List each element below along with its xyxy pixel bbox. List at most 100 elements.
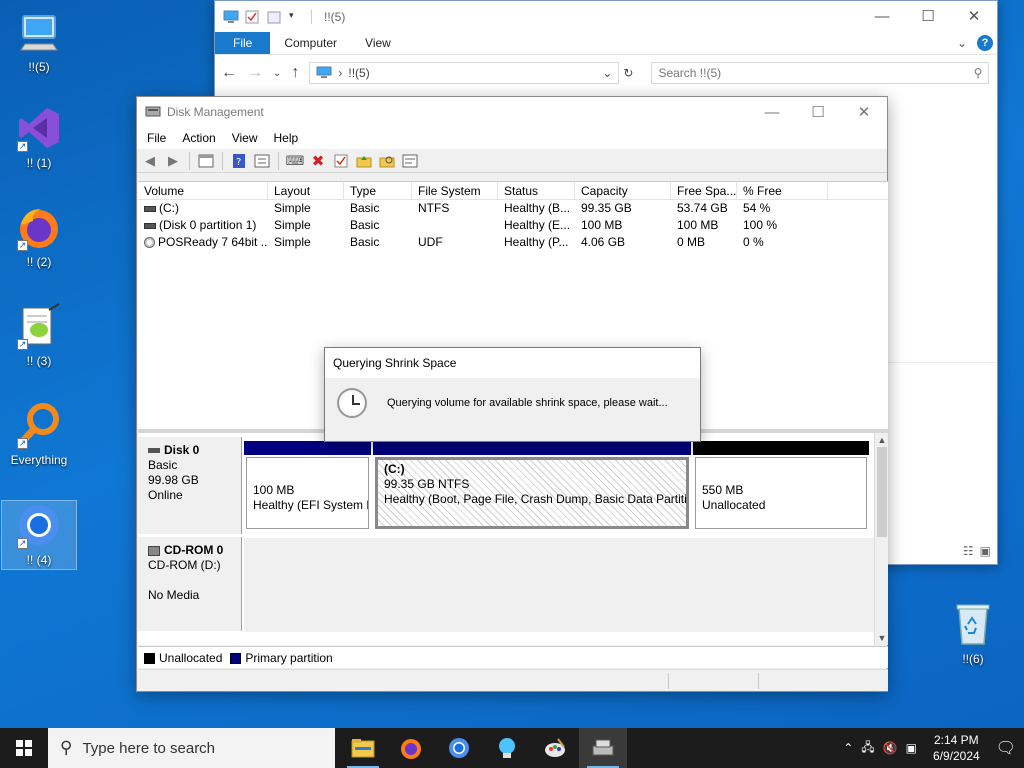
forward-arrow-icon[interactable]: → xyxy=(247,64,263,82)
help-icon[interactable]: ? xyxy=(977,35,993,51)
breadcrumb-separator-icon: › xyxy=(338,66,343,80)
delete-icon[interactable]: ✖ xyxy=(309,152,327,170)
address-bar[interactable]: › !!(5) ⌄ xyxy=(309,62,620,84)
menu-help[interactable]: Help xyxy=(266,131,307,145)
table-row[interactable]: POSReady 7 64bit ... Simple Basic UDF He… xyxy=(138,234,888,251)
tab-view[interactable]: View xyxy=(351,32,405,54)
menu-view[interactable]: View xyxy=(224,131,266,145)
connect-icon[interactable]: ⌨ xyxy=(286,152,305,170)
scroll-down-icon[interactable]: ▼ xyxy=(875,631,889,645)
volume-muted-icon[interactable]: 🔇 xyxy=(883,741,898,755)
chevron-down-icon[interactable]: ⌄ xyxy=(602,66,612,80)
maximize-button[interactable]: ☐ xyxy=(795,97,841,127)
maximize-button[interactable]: ☐ xyxy=(905,1,951,31)
close-button[interactable]: ✕ xyxy=(951,1,997,31)
column-header[interactable]: File System xyxy=(412,182,498,199)
minimize-button[interactable]: — xyxy=(859,1,905,31)
desktop-icon-notepadpp[interactable]: ↗ !! (3) xyxy=(1,302,77,368)
explorer-titlebar[interactable]: ▾ !!(5) — ☐ ✕ xyxy=(215,1,997,32)
tab-computer[interactable]: Computer xyxy=(270,32,351,54)
show-hide-console-tree-icon[interactable] xyxy=(197,152,215,170)
desktop-icon-everything[interactable]: ↗ Everything xyxy=(1,401,77,467)
back-arrow-icon[interactable]: ◀ xyxy=(141,152,159,170)
table-row[interactable]: (C:) Simple Basic NTFS Healthy (B... 99.… xyxy=(138,200,888,217)
partition-efi[interactable]: 100 MB Healthy (EFI System P xyxy=(244,441,371,531)
column-header[interactable]: Volume xyxy=(138,182,268,199)
new-folder-icon[interactable] xyxy=(267,10,281,24)
scroll-thumb[interactable] xyxy=(877,447,887,537)
search-input[interactable]: Search !!(5) ⚲ xyxy=(651,62,990,84)
system-tray: ⌃ 🖧 🔇 ▣ 2:14 PM 6/9/2024 🗨 xyxy=(843,732,1024,764)
up-arrow-icon[interactable]: ↑ xyxy=(291,64,299,82)
desktop-icon-firefox[interactable]: ↗ !! (2) xyxy=(1,203,77,269)
breadcrumb[interactable]: !!(5) xyxy=(348,66,369,80)
desktop-icon-chromium[interactable]: ↗ !! (4) xyxy=(1,500,77,570)
minimize-button[interactable]: — xyxy=(749,97,795,127)
taskbar-paint[interactable] xyxy=(531,728,579,768)
desktop-icon-recycle-bin[interactable]: !!(6) xyxy=(935,600,1011,666)
settings-list-icon[interactable] xyxy=(401,152,419,170)
vertical-scrollbar[interactable]: ▲ ▼ xyxy=(874,433,888,645)
partition-title: (C:) xyxy=(384,462,405,476)
type-cell: Basic xyxy=(350,201,380,215)
scroll-up-icon[interactable]: ▲ xyxy=(875,433,889,447)
chevron-up-icon[interactable]: ⌃ xyxy=(843,741,853,755)
chevron-down-icon[interactable]: ⌄ xyxy=(273,68,281,79)
cdrom-drive: CD-ROM (D:) xyxy=(148,558,221,572)
partition-bar xyxy=(244,441,371,455)
taskbar-tips[interactable] xyxy=(483,728,531,768)
check-icon[interactable] xyxy=(332,152,350,170)
network-icon[interactable]: 🖧 xyxy=(861,738,874,759)
filesystem-cell: NTFS xyxy=(418,201,450,215)
column-header[interactable]: Capacity xyxy=(575,182,671,199)
partition-unallocated[interactable]: 550 MB Unallocated xyxy=(693,441,869,531)
disk-type: Basic xyxy=(148,458,178,472)
action-center-notice-icon[interactable]: ▣ xyxy=(906,741,917,755)
disk-management-titlebar[interactable]: Disk Management — ☐ ✕ xyxy=(137,97,887,127)
tab-file[interactable]: File xyxy=(215,32,271,54)
cdrom-area xyxy=(244,538,874,632)
properties-icon[interactable] xyxy=(245,10,259,24)
address-row: ← → ⌄ ↑ › !!(5) ⌄ ↻ Search !!(5) ⚲ xyxy=(215,55,997,91)
help-icon[interactable]: ? xyxy=(230,152,248,170)
shrink-query-dialog[interactable]: Querying Shrink Space Querying volume fo… xyxy=(324,347,701,442)
desktop-icon-visual-studio[interactable]: ↗ !! (1) xyxy=(1,104,77,170)
cd-drive-icon xyxy=(144,237,155,249)
chevron-down-icon[interactable]: ⌄ xyxy=(957,36,967,50)
table-row[interactable]: (Disk 0 partition 1) Simple Basic Health… xyxy=(138,217,888,234)
taskbar-search-box[interactable]: ⚲ Type here to search xyxy=(48,728,335,768)
partition-c[interactable]: (C:) 99.35 GB NTFS Healthy (Boot, Page F… xyxy=(373,441,691,531)
start-button[interactable] xyxy=(0,728,48,768)
taskbar-chromium[interactable] xyxy=(435,728,483,768)
disk-0-label[interactable]: Disk 0 Basic 99.98 GB Online xyxy=(138,437,242,534)
legend-label: Primary partition xyxy=(245,650,333,665)
desktop-icon-this-pc[interactable]: !!(5) xyxy=(1,8,77,74)
taskbar-firefox[interactable] xyxy=(387,728,435,768)
legend-label: Unallocated xyxy=(159,650,223,665)
back-arrow-icon[interactable]: ← xyxy=(221,64,237,82)
desktop-icon-label: !! (1) xyxy=(26,156,52,170)
taskbar-disk-management[interactable] xyxy=(579,728,627,768)
column-header[interactable]: % Free xyxy=(737,182,828,199)
folder-up-icon[interactable] xyxy=(355,152,373,170)
details-view-icon[interactable]: ☷ xyxy=(963,544,974,558)
clock[interactable]: 2:14 PM 6/9/2024 xyxy=(933,732,980,764)
column-header[interactable]: Status xyxy=(498,182,575,199)
cdrom-0-label[interactable]: CD-ROM 0 CD-ROM (D:) No Media xyxy=(138,537,242,631)
notepad-plus-plus-icon: ↗ xyxy=(15,302,63,350)
column-header[interactable]: Layout xyxy=(268,182,344,199)
menu-file[interactable]: File xyxy=(139,131,174,145)
properties-icon[interactable] xyxy=(253,152,271,170)
menu-action[interactable]: Action xyxy=(174,131,223,145)
column-header[interactable]: Free Spa... xyxy=(671,182,737,199)
taskbar-file-explorer[interactable] xyxy=(339,728,387,768)
column-header[interactable]: Type xyxy=(344,182,412,199)
close-button[interactable]: ✕ xyxy=(841,97,887,127)
folder-search-icon[interactable] xyxy=(378,152,396,170)
clock-date: 6/9/2024 xyxy=(932,749,980,763)
refresh-icon[interactable]: ↻ xyxy=(623,66,633,80)
notifications-icon[interactable]: 🗨 xyxy=(996,738,1016,758)
large-icons-view-icon[interactable]: ▣ xyxy=(980,544,991,558)
forward-arrow-icon[interactable]: ▶ xyxy=(164,152,182,170)
chevron-down-icon[interactable]: ▾ xyxy=(289,10,303,24)
